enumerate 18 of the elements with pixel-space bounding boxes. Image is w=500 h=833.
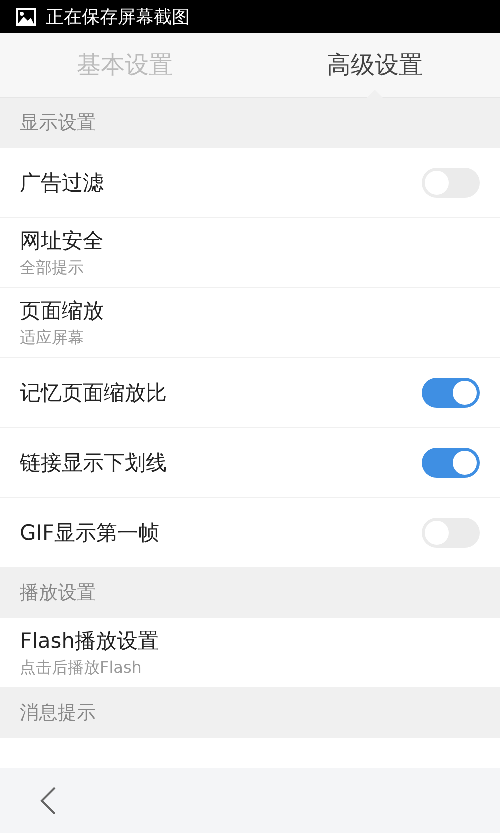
section-header: 消息提示 bbox=[0, 688, 500, 738]
setting-label: 网址安全 bbox=[20, 228, 104, 254]
setting-label: Flash播放设置 bbox=[20, 628, 160, 654]
toggle-switch[interactable] bbox=[422, 448, 480, 478]
section-header: 播放设置 bbox=[0, 568, 500, 618]
back-icon[interactable] bbox=[38, 786, 58, 816]
image-icon bbox=[16, 8, 36, 26]
setting-label: 链接显示下划线 bbox=[20, 450, 167, 476]
section-header: 显示设置 bbox=[0, 98, 500, 148]
toggle-switch[interactable] bbox=[422, 378, 480, 408]
setting-value: 全部提示 bbox=[20, 258, 85, 278]
setting-value: 适应屏幕 bbox=[20, 328, 85, 348]
setting-value: 点击后播放Flash bbox=[20, 658, 143, 678]
notification-text: 正在保存屏幕截图 bbox=[46, 6, 190, 28]
setting-label: 广告过滤 bbox=[20, 170, 104, 196]
setting-label: 页面缩放 bbox=[20, 298, 104, 324]
setting-label: GIF显示第一帧 bbox=[20, 520, 160, 546]
setting-label: 记忆页面缩放比 bbox=[20, 380, 167, 406]
